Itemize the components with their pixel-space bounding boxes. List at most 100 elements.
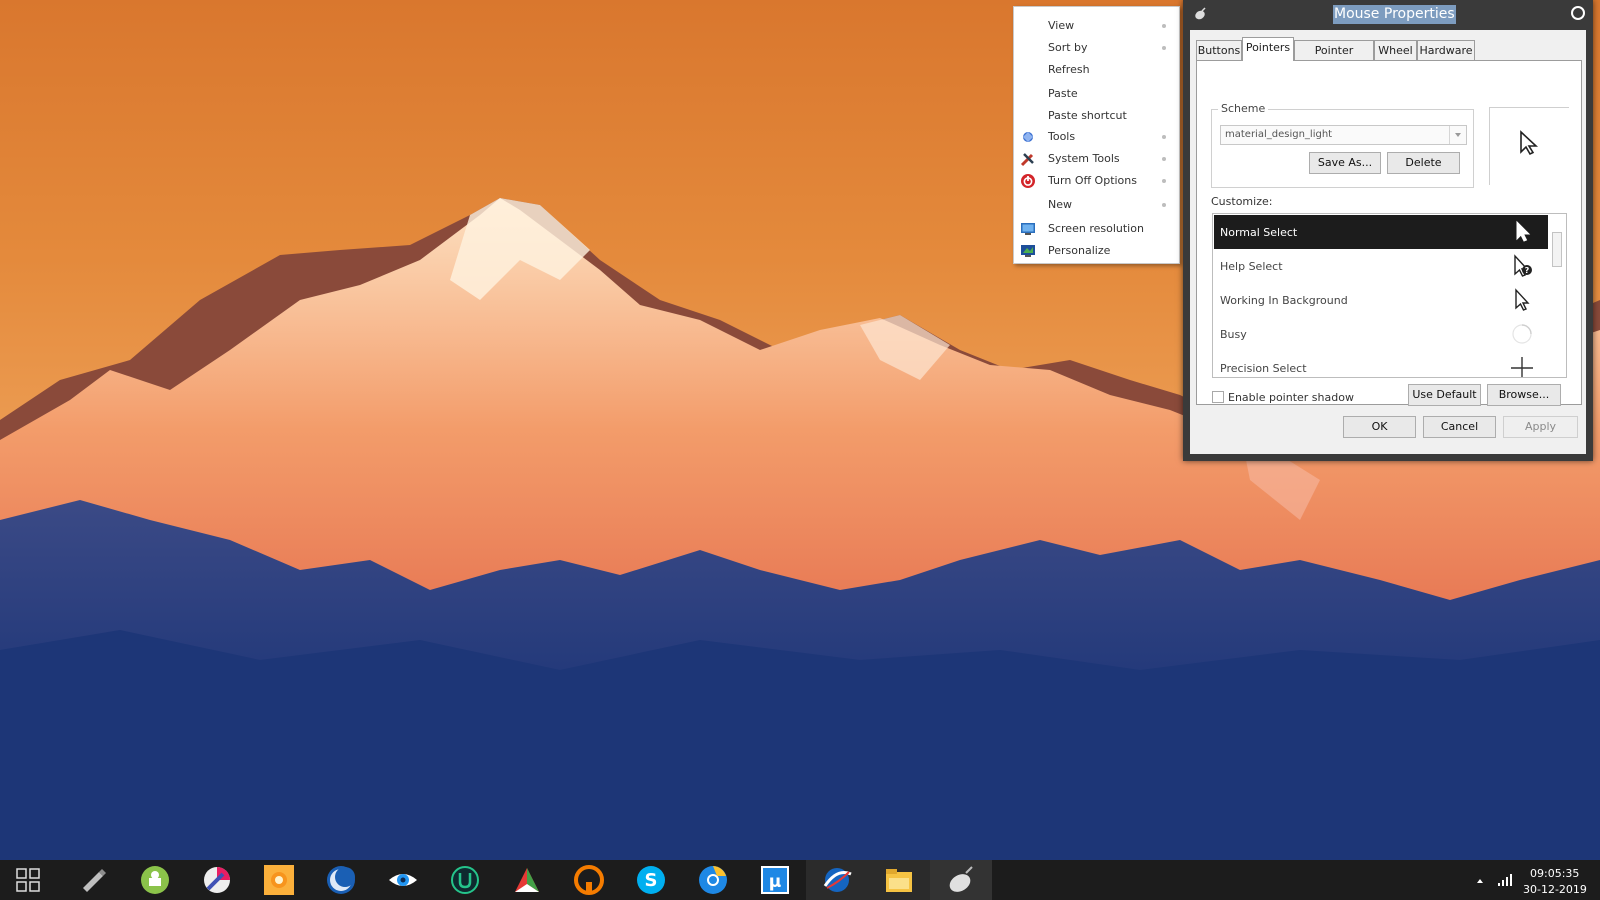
mouse-icon — [949, 866, 973, 892]
list-scrollbar[interactable] — [1549, 215, 1565, 376]
taskbar-app[interactable] — [558, 860, 620, 900]
tab-pointers[interactable]: Pointers — [1242, 37, 1294, 61]
crosshair-cursor-icon — [1511, 357, 1533, 377]
menu-item-refresh[interactable]: Refresh — [1014, 59, 1179, 81]
list-item[interactable]: Busy — [1214, 317, 1548, 351]
busy-cursor-icon — [1512, 324, 1532, 344]
menu-item-paste-shortcut[interactable]: Paste shortcut — [1014, 105, 1179, 127]
start-grid-icon — [16, 868, 40, 892]
scheme-dropdown[interactable]: material_design_light — [1220, 125, 1467, 145]
svg-text:μ: μ — [769, 872, 782, 892]
taskbar-app[interactable] — [248, 860, 310, 900]
moon-app-icon — [327, 866, 355, 894]
skype-icon: S — [637, 866, 665, 894]
title-bar[interactable]: Mouse Properties — [1183, 0, 1593, 30]
menu-item-paste[interactable]: Paste — [1014, 83, 1179, 105]
taskbar-app[interactable]: S — [620, 860, 682, 900]
personalize-icon — [1021, 245, 1035, 257]
taskbar-app-running[interactable] — [868, 860, 930, 900]
taskbar-app-running[interactable] — [930, 860, 992, 900]
list-item[interactable]: Help Select ? — [1214, 249, 1548, 283]
enable-pointer-shadow-checkbox[interactable] — [1212, 391, 1224, 403]
save-as-button[interactable]: Save As... — [1309, 152, 1381, 174]
pointers-tab-panel: Scheme material_design_light Save As... … — [1196, 60, 1582, 406]
scheme-label: Scheme — [1218, 102, 1269, 115]
clock-date[interactable]: 30-12-2019 — [1523, 883, 1587, 896]
usb-icon — [83, 869, 106, 892]
menu-item-screen-resolution[interactable]: Screen resolution — [1014, 218, 1179, 240]
eye-app-icon — [389, 874, 417, 886]
taskbar-app[interactable] — [186, 860, 248, 900]
apply-button[interactable]: Apply — [1503, 416, 1578, 438]
menu-item-personalize[interactable]: Personalize — [1014, 240, 1179, 262]
u-app-icon — [451, 866, 479, 894]
list-item[interactable]: Normal Select — [1214, 215, 1548, 249]
tools-icon — [1023, 132, 1033, 142]
scheme-group — [1211, 109, 1474, 188]
taskbar-app[interactable] — [372, 860, 434, 900]
menu-item-sort-by[interactable]: Sort by — [1014, 37, 1179, 59]
submenu-arrow-icon — [1162, 46, 1166, 50]
cursor-role-label: Busy — [1220, 328, 1247, 341]
submenu-arrow-icon — [1162, 203, 1166, 207]
ok-button[interactable]: OK — [1343, 416, 1416, 438]
taskbar-app[interactable] — [682, 860, 744, 900]
cursor-preview — [1489, 107, 1569, 185]
cursor-list[interactable]: Normal Select Help Select ? Working In B… — [1212, 213, 1567, 378]
tab-buttons[interactable]: Buttons — [1196, 40, 1242, 60]
menu-item-system-tools[interactable]: System Tools — [1014, 148, 1179, 170]
menu-item-turn-off-options[interactable]: Turn Off Options — [1014, 170, 1179, 192]
close-button[interactable] — [1571, 6, 1585, 20]
use-default-button[interactable]: Use Default — [1408, 384, 1481, 406]
submenu-arrow-icon — [1162, 24, 1166, 28]
taskbar-app[interactable] — [310, 860, 372, 900]
menu-item-label: Tools — [1048, 130, 1076, 143]
show-hidden-icons-arrow-icon[interactable] — [1477, 876, 1483, 883]
browser-icon — [823, 868, 852, 892]
submenu-arrow-icon — [1162, 179, 1166, 183]
menu-item-view[interactable]: View — [1014, 15, 1179, 37]
menu-item-new[interactable]: New — [1014, 194, 1179, 216]
scrollbar-thumb[interactable] — [1552, 232, 1562, 267]
list-item[interactable]: Precision Select — [1214, 351, 1548, 377]
browse-button[interactable]: Browse... — [1487, 384, 1561, 406]
monitor-icon — [1021, 223, 1035, 235]
menu-item-label: System Tools — [1048, 152, 1120, 165]
taskbar-app[interactable] — [124, 860, 186, 900]
scheme-selected-value: material_design_light — [1225, 129, 1333, 140]
svg-text:?: ? — [1525, 266, 1530, 275]
pdf-app-icon — [515, 868, 539, 892]
cursor-role-label: Normal Select — [1220, 226, 1298, 239]
tab-wheel[interactable]: Wheel — [1374, 40, 1417, 60]
tab-hardware[interactable]: Hardware — [1417, 40, 1475, 60]
menu-item-label: Sort by — [1048, 41, 1088, 54]
menu-item-label: Turn Off Options — [1048, 174, 1137, 187]
taskbar-app[interactable]: μ — [744, 860, 806, 900]
cancel-button[interactable]: Cancel — [1423, 416, 1496, 438]
start-button[interactable] — [0, 860, 62, 900]
taskbar-app[interactable] — [434, 860, 496, 900]
taskbar-app[interactable] — [496, 860, 558, 900]
menu-item-tools[interactable]: Tools — [1014, 126, 1179, 148]
menu-item-label: Personalize — [1048, 244, 1111, 257]
mouse-properties-window: Mouse Properties Buttons Pointers Pointe… — [1183, 0, 1593, 461]
list-item[interactable]: Working In Background — [1214, 283, 1548, 317]
clock-time[interactable]: 09:05:35 — [1530, 867, 1579, 880]
window-title: Mouse Properties — [1333, 5, 1456, 24]
chevron-down-icon[interactable] — [1449, 126, 1466, 144]
menu-item-label: Paste — [1048, 87, 1078, 100]
enable-pointer-shadow-label: Enable pointer shadow — [1228, 391, 1354, 404]
arrow-cursor-icon — [1520, 130, 1539, 156]
arrow-cursor-icon — [1516, 220, 1531, 242]
taskbar-app[interactable] — [62, 860, 124, 900]
network-signal-icon[interactable] — [1497, 873, 1513, 887]
file-explorer-icon — [886, 869, 912, 892]
android-icon — [141, 866, 169, 894]
working-cursor-icon — [1515, 288, 1530, 311]
help-cursor-icon: ? — [1514, 254, 1532, 277]
menu-item-label: Paste shortcut — [1048, 109, 1127, 122]
tab-pointer-options[interactable]: Pointer Options — [1294, 40, 1374, 76]
vpn-app-icon — [574, 865, 604, 895]
delete-button[interactable]: Delete — [1387, 152, 1460, 174]
taskbar-app-running[interactable] — [806, 860, 868, 900]
